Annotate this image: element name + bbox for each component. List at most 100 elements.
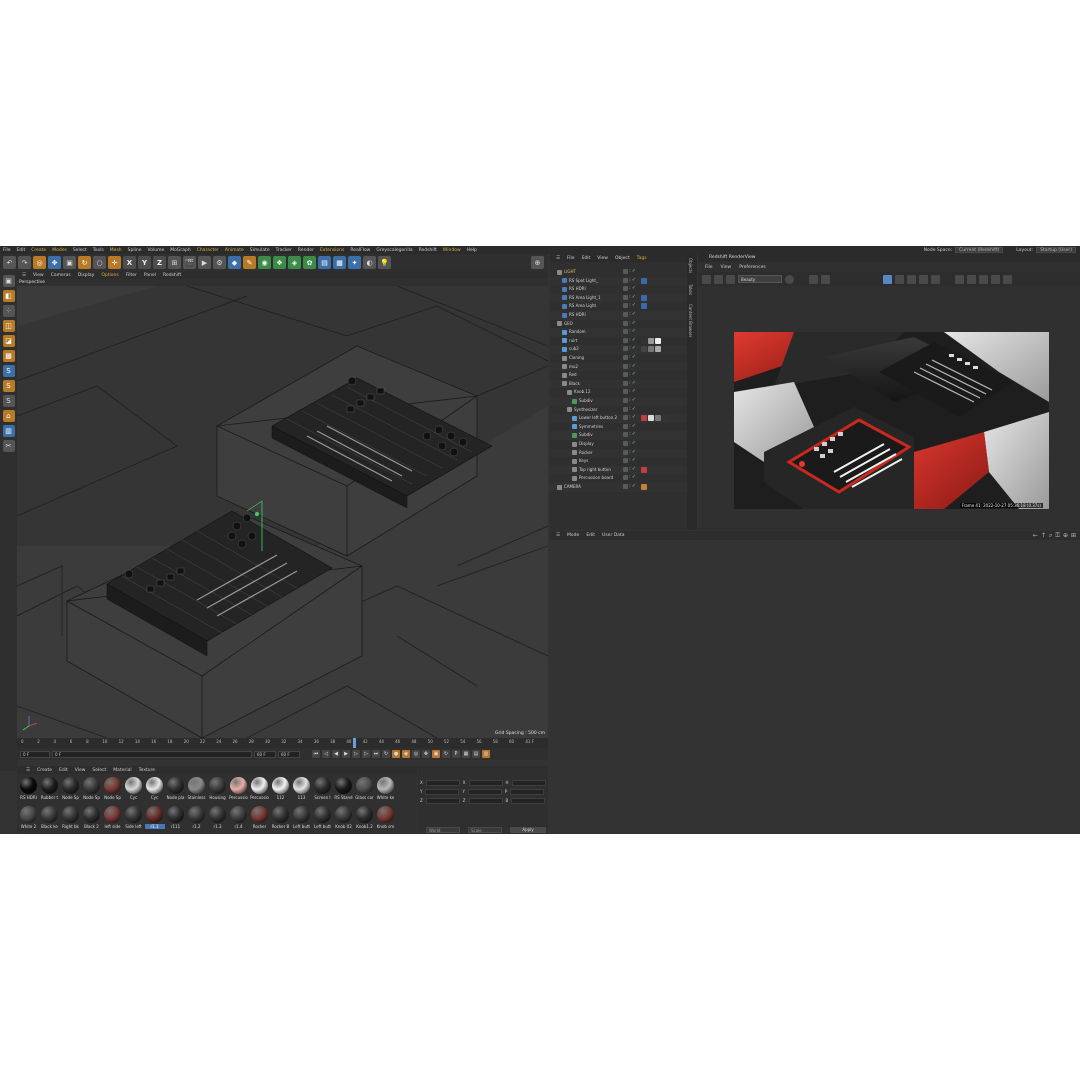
coordinate-input[interactable] [467,789,502,795]
pla-key-icon[interactable]: ▦ [462,750,470,758]
max-frame-field[interactable]: 60 F [254,750,276,758]
material-menu-material[interactable]: Material [110,768,134,773]
film-icon[interactable] [702,274,711,284]
go-to-start-icon[interactable]: ⏮ [312,750,320,758]
layer-square-icon[interactable] [623,398,628,403]
layer-square-icon[interactable] [623,320,628,326]
object-row[interactable]: Random: ✓ [550,328,687,337]
enabled-check-icon[interactable]: ✓ [632,466,636,472]
object-flags[interactable]: : ✓ [623,432,636,438]
enabled-check-icon[interactable]: ✓ [632,355,636,360]
object-row[interactable]: Symmetries: ✓ [550,423,687,432]
rotate-icon[interactable]: ↻ [78,256,91,269]
object-flags[interactable]: : ✓ [623,320,636,326]
visibility-dots-icon[interactable]: : [629,303,631,308]
material-swatch[interactable]: Black ke [39,803,60,832]
menu-render[interactable]: Render [295,248,317,253]
tab-takes[interactable]: Takes [688,284,693,295]
enabled-check-icon[interactable]: ✓ [632,449,636,455]
layer-square-icon[interactable] [623,277,628,283]
material-swatch[interactable]: Node Sp [60,774,81,803]
object-flags[interactable]: : ✓ [623,475,636,481]
render-picture-viewer-icon[interactable]: ▶ [198,256,211,269]
material-tag-icon[interactable] [641,277,647,284]
attribute-menu-mode[interactable]: Mode [564,533,582,538]
attribute-menu-icon[interactable]: ☰ [553,533,563,538]
object-flags[interactable]: : ✓ [623,466,636,472]
object-flags[interactable]: : ✓ [623,380,636,386]
material-menu-edit[interactable]: Edit [56,768,71,773]
layer-square-icon[interactable] [623,380,628,386]
min-frame-field[interactable]: 0 F [52,750,252,758]
object-row[interactable]: cub2: ✓ [550,345,687,354]
material-swatch[interactable]: Rubber t [39,774,60,803]
material-swatch[interactable]: 113 [291,774,312,803]
aov-dropdown[interactable]: Beauty [738,275,782,283]
menu-tools[interactable]: Tools [90,248,107,253]
enabled-check-icon[interactable]: ✓ [632,458,636,463]
circle-icon[interactable] [931,274,940,284]
layer-square-icon[interactable] [623,294,628,300]
object-flags[interactable]: : ✓ [623,484,636,489]
enabled-check-icon[interactable]: ✓ [632,337,636,343]
material-swatch[interactable]: RS HDRI [18,774,39,803]
object-row[interactable]: Percussion board: ✓ [550,474,687,483]
material-swatch[interactable]: RS Stand [333,774,354,803]
render-settings-icon[interactable]: ⚙ [213,256,226,269]
coordinate-input[interactable] [511,798,546,804]
menu-tracker[interactable]: Tracker [273,248,295,253]
enabled-check-icon[interactable]: ✓ [632,406,636,412]
menu-file[interactable]: File [0,248,14,253]
object-row[interactable]: RS Area Light: ✓ [550,302,687,311]
enabled-check-icon[interactable]: ✓ [632,320,636,326]
material-swatch[interactable]: Percussio [249,774,270,803]
render-menu-file[interactable]: File [702,265,716,270]
material-swatch[interactable]: r1.4 [228,803,249,832]
record-icon[interactable]: ● [392,750,400,758]
snap-icon[interactable]: ⊕ [531,256,544,269]
object-row[interactable]: Display: ✓ [550,440,687,449]
enabled-check-icon[interactable]: ✓ [632,286,636,291]
next-key-icon[interactable]: ▷ [362,750,370,758]
object-row[interactable]: Rocker: ✓ [550,448,687,458]
visibility-dots-icon[interactable]: : [629,432,631,437]
timeline-ruler[interactable]: 0 2 4 6 8 10 12 14 16 18 20 22 24 26 28 30 32 34 36 38 40 42 4… [17,738,548,748]
material-swatch[interactable]: Cyc [123,774,144,803]
enabled-check-icon[interactable]: ✓ [632,423,636,429]
render-menu-view[interactable]: View [718,265,735,270]
object-menu-edit[interactable]: Edit [579,256,594,261]
visibility-dots-icon[interactable]: : [629,398,631,403]
visibility-dots-icon[interactable]: : [629,372,631,377]
layer-square-icon[interactable] [623,355,628,360]
object-row[interactable]: RS Spot Light_: ✓ [550,276,687,286]
material-swatch[interactable]: Rocker B [270,803,291,832]
layer-square-icon[interactable] [623,329,628,335]
attribute-menu-user-data[interactable]: User Data [599,533,627,538]
enabled-check-icon[interactable]: ✓ [632,303,636,308]
object-flags[interactable]: : ✓ [623,406,636,412]
object-flags[interactable]: : ✓ [623,269,636,274]
history-icon[interactable] [1003,274,1012,284]
material-swatch[interactable]: Rocker [249,803,270,832]
material-menu-icon[interactable]: ☰ [23,768,33,773]
cloner-icon[interactable]: ❖ [273,256,286,269]
layer-square-icon[interactable] [623,432,628,438]
menu-volume[interactable]: Volume [145,248,168,253]
keyframe-selection-icon[interactable]: ◎ [412,750,420,758]
material-swatch[interactable]: Node Sp [102,774,123,803]
visibility-dots-icon[interactable]: : [629,449,631,455]
object-flags[interactable]: : ✓ [623,303,636,309]
material-menu-select[interactable]: Select [89,768,109,773]
object-row[interactable]: Top right button: ✓ [550,465,687,475]
apply-button[interactable]: Apply [510,827,546,833]
loop-icon[interactable]: ↻ [382,750,390,758]
material-tag-icon[interactable] [641,346,647,353]
material-swatch[interactable]: r111 [165,803,186,832]
lock-icon[interactable]: ⌂ [2,410,15,422]
menu-character[interactable]: Character [194,248,222,253]
viewport-menu-icon[interactable]: ☰ [19,273,29,278]
object-row[interactable]: RS Area Light_1: ✓ [550,293,687,303]
play-icon[interactable]: ▶ [342,750,350,758]
tab-content-browser[interactable]: Content Browser [688,304,693,337]
scale-icon[interactable]: ▣ [63,256,76,269]
